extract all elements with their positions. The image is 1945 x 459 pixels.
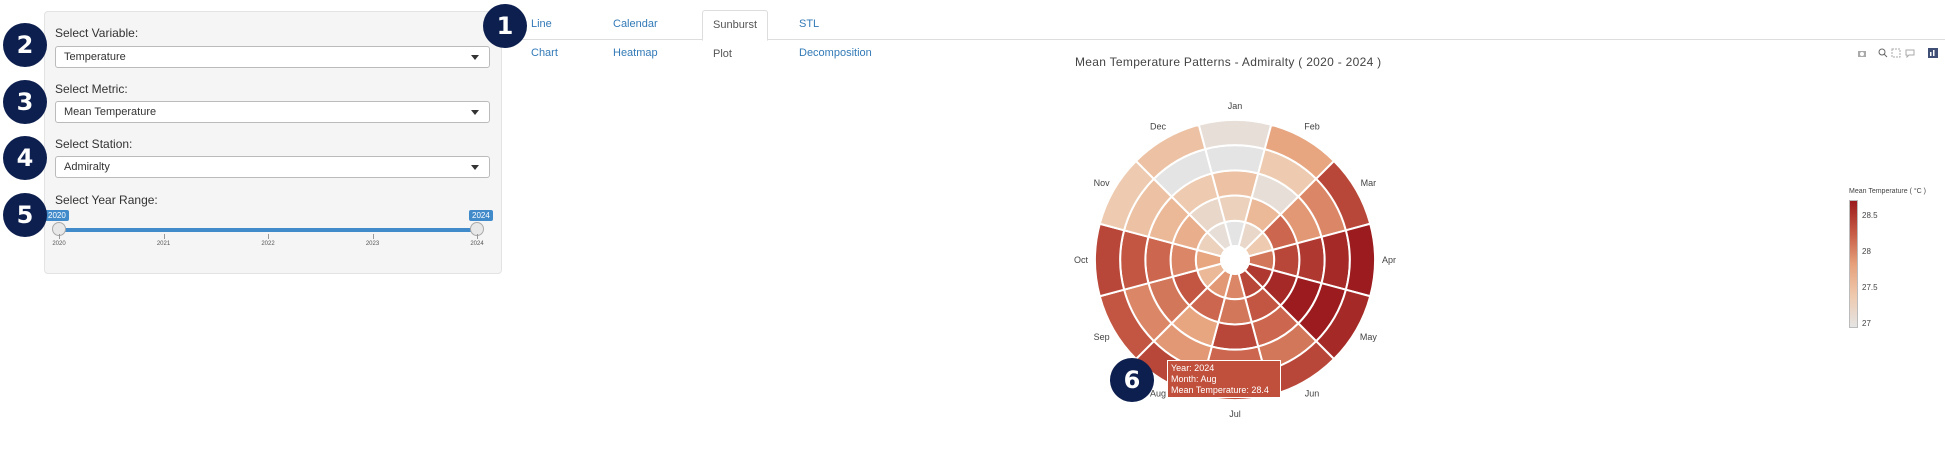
variable-label: Select Variable: [55,26,139,40]
step-badge-6: 6 [1110,358,1154,402]
slider-tick-label: 2020 [52,241,66,247]
zoom-icon[interactable] [1878,45,1888,58]
slider-tick-label: 2022 [261,241,275,247]
month-label: Oct [1074,255,1089,265]
month-label: Mar [1361,178,1377,188]
tooltip-year: Year: 2024 [1171,363,1215,373]
slider-tick-label: 2023 [365,241,380,247]
slider-selected-range[interactable] [59,228,477,232]
slider-tick [268,234,269,239]
hover-tooltip: Year: 2024 Month: Aug Mean Temperature: … [1167,360,1281,406]
tab-calendar-heatmap[interactable]: Calendar Heatmap [603,10,668,59]
year-end-badge: 2024 [469,210,493,221]
month-label: Apr [1382,255,1396,265]
sunburst-segment[interactable] [1210,320,1260,351]
colorbar-title: Mean Temperature ( °C ) [1849,188,1926,195]
colorbar-tick: 28 [1862,247,1871,256]
step-badge-5: 5 [3,193,47,237]
hover-compare-icon[interactable] [1905,45,1915,59]
year-range-label: Select Year Range: [55,193,158,207]
month-label: Sep [1094,332,1110,342]
chart-title: Mean Temperature Patterns - Admiralty ( … [1075,55,1382,69]
box-select-icon[interactable] [1891,45,1901,58]
tab-sunburst-plot[interactable]: Sunburst Plot [702,10,769,60]
camera-icon[interactable] [1857,45,1867,57]
slider-tick [372,234,374,239]
sunburst-segment[interactable] [1210,169,1260,200]
month-label: Feb [1304,122,1320,132]
tooltip-value: Mean Temperature: 28.4 °C [1171,385,1269,406]
sunburst-segment[interactable] [1295,235,1326,285]
tooltip-month: Month: Aug [1171,374,1217,384]
sunburst-segment[interactable] [1320,229,1351,291]
month-label: Jan [1228,101,1243,111]
year-start-badge: 2020 [45,210,69,221]
plotly-logo-icon[interactable] [1928,45,1938,58]
colorbar-tick: 27.5 [1862,283,1878,292]
month-label: May [1360,332,1378,342]
month-label: Nov [1094,178,1111,188]
tab-stl-decomposition[interactable]: STL Decomposition [789,10,882,59]
slider-tick-label: 2024 [470,241,484,247]
sunburst-segment[interactable] [1094,222,1126,298]
caret-down-icon [471,165,479,170]
tab-line-chart[interactable]: Line Chart [521,10,568,59]
month-label: Jun [1305,388,1320,398]
caret-down-icon [471,55,479,60]
colorbar-tick: 28.5 [1862,211,1878,220]
slider-tick [59,234,60,239]
caret-down-icon [471,110,479,115]
colorbar [1849,200,1858,328]
sunburst-segment[interactable] [1144,235,1175,285]
sunburst-segment[interactable] [1204,144,1266,175]
station-select-value: Admiralty [64,161,110,173]
colorbar-tick: 27 [1862,319,1871,328]
metric-select[interactable]: Mean Temperature [55,101,490,123]
sunburst-segment[interactable] [1119,229,1150,291]
sunburst-segment[interactable] [1344,222,1376,298]
metric-label: Select Metric: [55,82,128,96]
month-label: Jul [1229,409,1241,419]
station-select[interactable]: Admiralty [55,156,490,178]
slider-tick [477,234,478,239]
step-badge-2: 2 [3,23,47,67]
step-badge-3: 3 [3,80,47,124]
variable-select[interactable]: Temperature [55,46,490,68]
slider-tick-label: 2021 [156,241,171,247]
slider-tick [163,234,165,239]
sunburst-segment[interactable] [1197,119,1273,151]
step-badge-4: 4 [3,136,47,180]
station-label: Select Station: [55,137,133,151]
metric-select-value: Mean Temperature [64,106,157,118]
month-label: Aug [1150,388,1166,398]
month-label: Dec [1150,122,1167,132]
sidebar-panel: Select Variable: Temperature Select Metr… [44,11,502,274]
variable-select-value: Temperature [64,51,126,63]
